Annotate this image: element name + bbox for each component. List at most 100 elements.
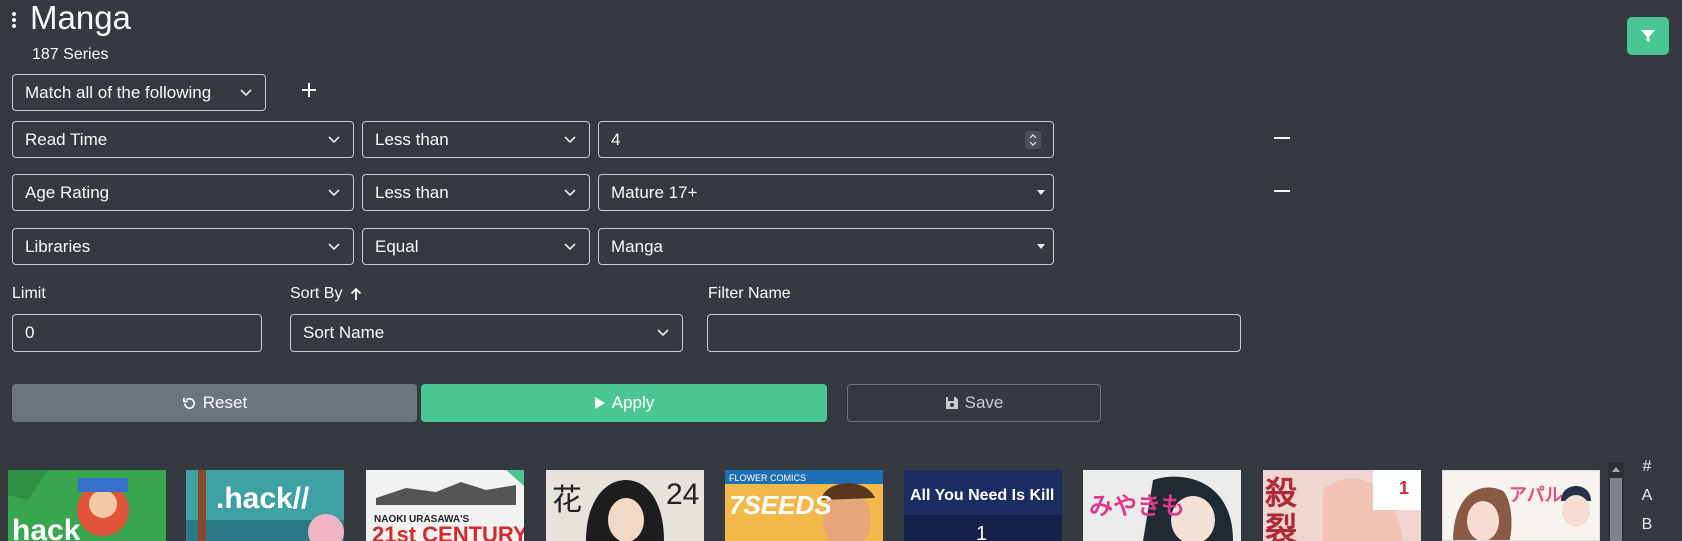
series-card[interactable]: FLOWER COMICS 7SEEDS: [725, 470, 883, 541]
cover-title: アパル: [1509, 485, 1563, 506]
series-card[interactable]: NAOKI URASAWA'S 21st CENTURY: [366, 470, 524, 541]
stepper-down-icon: [1029, 141, 1037, 146]
series-card[interactable]: .hack//: [186, 470, 344, 541]
cover-title: 21st CENTURY: [372, 522, 524, 541]
cover-image: hack: [8, 470, 129, 541]
save-button[interactable]: Save: [847, 384, 1101, 422]
match-mode-value: Match all of the following: [25, 82, 212, 102]
undo-icon: [182, 397, 195, 409]
filter-icon: [1641, 30, 1655, 42]
jump-bar-hash[interactable]: #: [1640, 458, 1654, 476]
cover-title: hack: [12, 514, 81, 541]
cover-title: 殺: [1265, 474, 1298, 512]
chevron-down-icon: [328, 135, 340, 143]
play-icon: [594, 397, 605, 409]
reset-button[interactable]: Reset: [12, 384, 417, 422]
cover-image: 花 24: [546, 470, 704, 541]
cover-subtitle: FLOWER COMICS: [729, 473, 806, 483]
cover-image: みやきも: [1083, 470, 1241, 541]
stepper-up-icon: [1029, 134, 1037, 139]
sort-by-label: Sort By: [290, 285, 343, 302]
caret-down-icon: [1037, 243, 1045, 249]
match-mode-select[interactable]: Match all of the following: [12, 74, 266, 111]
chevron-down-icon: [564, 242, 576, 250]
plus-icon: [302, 83, 316, 97]
scrollbar-thumb[interactable]: [1610, 478, 1622, 541]
chevron-down-icon: [564, 135, 576, 143]
cover-image: 殺 裂 1: [1263, 470, 1421, 541]
sort-by-header[interactable]: Sort By: [290, 285, 362, 303]
filter-row-2-comparison-value: Less than: [375, 182, 449, 202]
filter-row-2-value: Mature 17+: [611, 182, 698, 202]
chevron-down-icon: [328, 188, 340, 196]
sort-by-select[interactable]: Sort Name: [290, 314, 683, 352]
chevron-down-icon: [657, 329, 669, 337]
number-stepper[interactable]: [1025, 131, 1041, 149]
filter-row-1-field-value: Read Time: [25, 129, 108, 149]
cover-title: 7SEEDS: [729, 490, 832, 520]
filter-row-1-field[interactable]: Read Time: [12, 121, 354, 158]
chevron-down-icon: [240, 88, 252, 96]
filter-row-3-comparison[interactable]: Equal: [362, 228, 590, 265]
cover-title: All You Need Is Kill: [910, 487, 1054, 504]
apply-button[interactable]: Apply: [421, 384, 827, 422]
series-card[interactable]: アパル: [1442, 470, 1600, 541]
filter-row-3-field[interactable]: Libraries: [12, 228, 354, 265]
filter-row-1-comparison[interactable]: Less than: [362, 121, 590, 158]
sort-by-value: Sort Name: [303, 323, 385, 342]
chevron-down-icon: [564, 188, 576, 196]
filter-name-label: Filter Name: [708, 285, 791, 302]
filter-toggle-button[interactable]: [1627, 17, 1669, 55]
filter-row-1-value-input[interactable]: 4: [598, 121, 1054, 158]
series-card[interactable]: All You Need Is Kill 1: [904, 470, 1062, 541]
jump-bar-b[interactable]: B: [1640, 516, 1654, 534]
page-title: Manga: [30, 0, 131, 36]
reset-label: Reset: [202, 393, 248, 412]
cover-image: .hack//: [186, 470, 344, 541]
series-card[interactable]: 殺 裂 1: [1263, 470, 1421, 541]
limit-value: 0: [25, 323, 35, 342]
cover-title: みやきも: [1089, 492, 1185, 520]
remove-filter-row-1-button[interactable]: [1274, 130, 1294, 146]
filter-name-input[interactable]: [707, 314, 1241, 352]
floppy-disk-icon: [945, 397, 958, 409]
svg-text:花: 花: [552, 483, 582, 518]
filter-row-3-comparison-value: Equal: [375, 236, 419, 256]
remove-filter-row-2-button[interactable]: [1274, 183, 1294, 199]
apply-label: Apply: [611, 393, 655, 412]
caret-down-icon: [1037, 189, 1045, 195]
cover-title: 24: [666, 478, 699, 511]
filter-row-2-field[interactable]: Age Rating: [12, 174, 354, 211]
filter-row-3-value-select[interactable]: Manga: [598, 228, 1054, 265]
cover-image: アパル: [1443, 471, 1599, 540]
cover-image: NAOKI URASAWA'S 21st CENTURY: [366, 470, 524, 541]
filter-row-2-value-select[interactable]: Mature 17+: [598, 174, 1054, 211]
cover-image: All You Need Is Kill 1: [904, 470, 1062, 541]
limit-label: Limit: [12, 285, 46, 302]
cover-volume: 1: [976, 523, 987, 541]
cover-volume: 1: [1399, 478, 1409, 498]
svg-text:裂: 裂: [1265, 510, 1297, 541]
filter-row-2-field-value: Age Rating: [25, 182, 110, 202]
jump-bar-a[interactable]: A: [1640, 487, 1654, 505]
series-card[interactable]: hack: [8, 470, 166, 541]
minus-icon: [1274, 137, 1290, 139]
filter-row-1-comparison-value: Less than: [375, 129, 449, 149]
minus-icon: [1274, 190, 1290, 192]
add-filter-button[interactable]: [299, 80, 319, 100]
series-card[interactable]: みやきも: [1083, 470, 1241, 541]
kebab-menu-icon[interactable]: [10, 12, 18, 28]
series-card[interactable]: 花 24: [546, 470, 704, 541]
filter-row-2-comparison[interactable]: Less than: [362, 174, 590, 211]
limit-input[interactable]: 0: [12, 314, 262, 352]
cover-title: .hack//: [216, 482, 310, 515]
scroll-up-button[interactable]: [1608, 462, 1624, 476]
arrow-up-icon[interactable]: [350, 287, 362, 301]
filter-row-3-value: Manga: [611, 236, 663, 256]
cover-image: FLOWER COMICS 7SEEDS: [725, 470, 883, 541]
chevron-down-icon: [328, 242, 340, 250]
save-label: Save: [964, 393, 1004, 412]
filter-row-1-value: 4: [611, 129, 621, 149]
caret-up-icon: [1612, 467, 1620, 472]
filter-row-3-field-value: Libraries: [25, 236, 91, 256]
